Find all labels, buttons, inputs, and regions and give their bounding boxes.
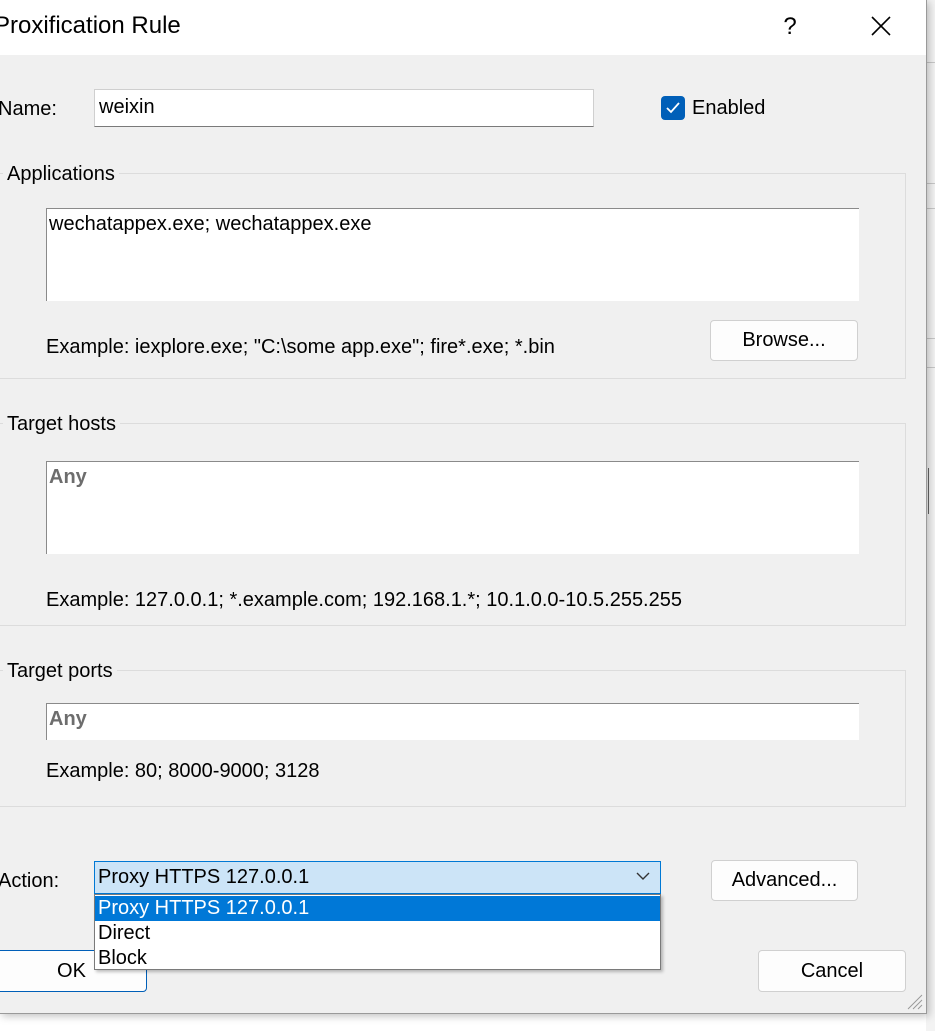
- target-hosts-value: Any: [49, 466, 87, 488]
- close-button[interactable]: [852, 8, 910, 46]
- target-ports-example: Example: 80; 8000-9000; 3128: [46, 760, 320, 782]
- browse-button[interactable]: Browse...: [710, 320, 858, 361]
- action-option[interactable]: Block: [95, 946, 660, 971]
- name-input[interactable]: weixin: [94, 89, 594, 127]
- advanced-button[interactable]: Advanced...: [711, 860, 858, 901]
- cancel-button[interactable]: Cancel: [758, 950, 906, 992]
- checkmark-icon: [666, 102, 680, 114]
- action-option[interactable]: Direct: [95, 921, 660, 946]
- enabled-label: Enabled: [692, 97, 766, 119]
- action-label: Action:: [0, 870, 60, 892]
- target-ports-input[interactable]: Any: [46, 703, 859, 740]
- name-value: weixin: [99, 96, 155, 118]
- action-selected-value: Proxy HTTPS 127.0.0.1: [98, 866, 310, 888]
- target-hosts-title: Target hosts: [3, 413, 120, 436]
- action-select[interactable]: Proxy HTTPS 127.0.0.1: [94, 861, 661, 894]
- enabled-checkbox[interactable]: [661, 96, 685, 120]
- background-window: [926, 0, 935, 1031]
- help-button[interactable]: ?: [764, 8, 816, 46]
- action-dropdown-list: Proxy HTTPS 127.0.0.1 Direct Block: [94, 894, 661, 970]
- close-icon: [871, 16, 891, 36]
- action-option[interactable]: Proxy HTTPS 127.0.0.1: [95, 896, 660, 921]
- name-label: Name:: [0, 98, 57, 120]
- applications-example: Example: iexplore.exe; "C:\some app.exe"…: [46, 336, 555, 358]
- target-ports-title: Target ports: [3, 660, 117, 683]
- title-bar: Proxification Rule ?: [0, 0, 926, 55]
- target-ports-value: Any: [49, 708, 87, 730]
- proxification-rule-dialog: Proxification Rule ? Name: weixin Enable…: [0, 0, 927, 1014]
- applications-input[interactable]: wechatappex.exe; wechatappex.exe: [46, 208, 859, 301]
- resize-grip-icon[interactable]: [903, 990, 923, 1010]
- applications-value: wechatappex.exe; wechatappex.exe: [49, 213, 372, 235]
- applications-title: Applications: [3, 163, 119, 186]
- target-hosts-input[interactable]: Any: [46, 461, 859, 554]
- dialog-title: Proxification Rule: [0, 12, 181, 39]
- chevron-down-icon: [636, 872, 650, 880]
- target-hosts-example: Example: 127.0.0.1; *.example.com; 192.1…: [46, 589, 682, 611]
